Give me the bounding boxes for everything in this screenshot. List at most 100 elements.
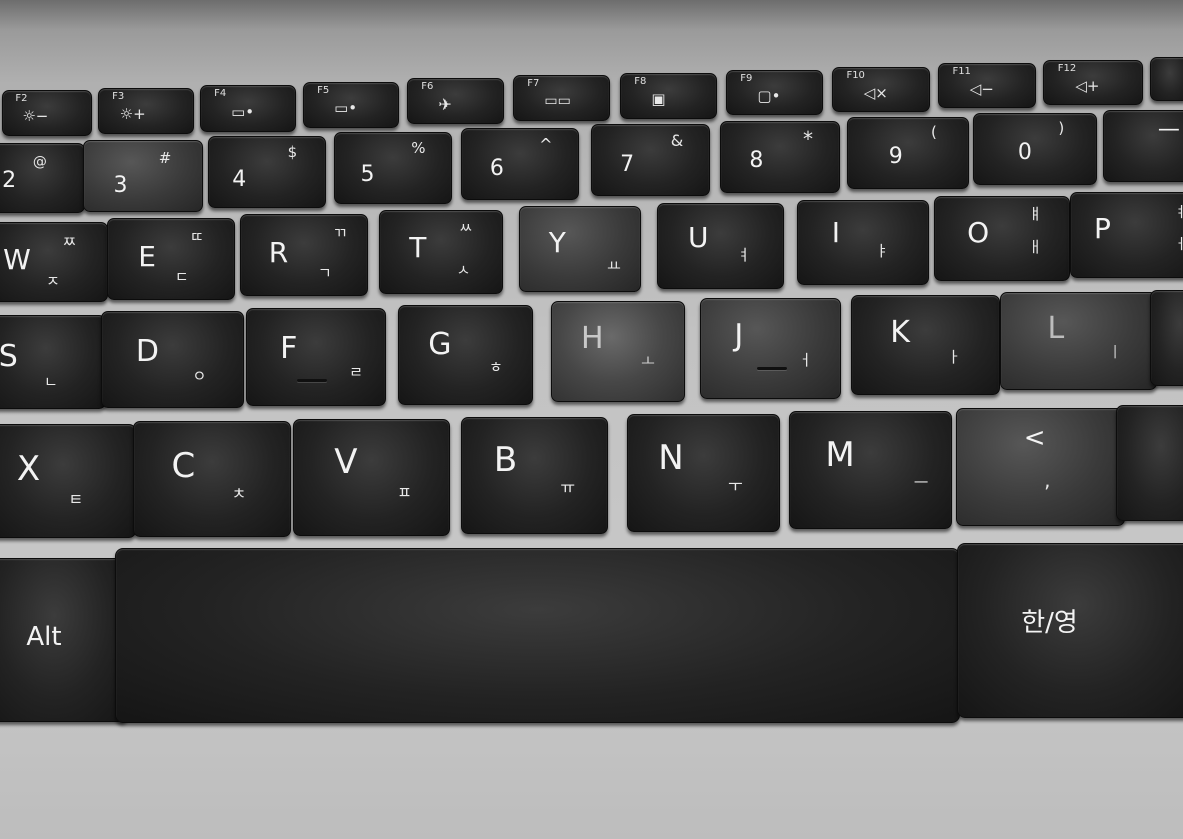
key-main-label: J (734, 317, 744, 353)
key-f4[interactable]: F4 ▭• (200, 85, 296, 132)
key-hangul-label: ㅌ (68, 489, 84, 509)
key-9[interactable]: 9 ( (847, 117, 969, 189)
key-f2[interactable]: F2 ☼− (2, 90, 92, 136)
key-label: F9 (740, 73, 753, 84)
key-e[interactable]: E ㄸ ㄷ (107, 218, 235, 300)
key-main-label: O (967, 215, 990, 249)
key-x[interactable]: X ㅌ (0, 424, 136, 538)
key-6[interactable]: 6 ^ (461, 128, 579, 200)
key-hangul-label: ㅇ (192, 367, 207, 386)
key-main-label: N (658, 437, 684, 478)
key-y[interactable]: Y ㅛ (519, 206, 641, 292)
key-hangul-label: ㅅ (456, 261, 471, 280)
display-switch-icon: ▭• (231, 102, 255, 121)
mute-icon: ◁× (863, 84, 888, 103)
key-hangul-label: ㅏ (946, 347, 961, 366)
key-main-label: U (688, 221, 709, 255)
key-main-label: W (3, 243, 31, 277)
key-main-label: 9 (888, 144, 903, 169)
key-main-label: R (268, 236, 289, 269)
key-hangul-shift: ㅆ (458, 218, 473, 237)
key-alt[interactable]: Alt (0, 558, 128, 722)
key-c[interactable]: C ㅊ (133, 421, 291, 537)
key-main-label: I (831, 216, 841, 250)
volume-up-icon: ◁+ (1075, 77, 1100, 96)
key-hangul-label: ㄷ (174, 267, 189, 286)
key-main-label: — (1157, 117, 1180, 143)
key-g[interactable]: G ㅎ (398, 305, 533, 405)
key-u[interactable]: U ㅕ (657, 203, 784, 289)
key-main-label: L (1047, 311, 1065, 347)
key-main-label: 한/영 (1021, 607, 1078, 638)
key-hangul-label: ㅍ (397, 482, 412, 502)
key-f7[interactable]: F7 ▭▭ (513, 75, 610, 121)
key-s[interactable]: S ㄴ (0, 315, 106, 409)
key-2[interactable]: 2 @ (0, 143, 85, 213)
key-f5[interactable]: F5 ▭• (303, 82, 399, 128)
key-partial-period[interactable] (1116, 405, 1183, 521)
key-v[interactable]: V ㅍ (293, 419, 450, 536)
spacebar[interactable] (115, 548, 960, 723)
key-0[interactable]: 0 ) (973, 113, 1097, 185)
key-f8[interactable]: F8 ▣ (620, 73, 717, 119)
key-f10[interactable]: F10 ◁× (832, 67, 930, 112)
key-hangul-shift: ㄲ (333, 224, 347, 243)
key-f9[interactable]: F9 ▢• (726, 70, 823, 115)
key-f[interactable]: F ㄹ (246, 308, 386, 406)
key-k[interactable]: K ㅏ (851, 295, 1000, 395)
key-t[interactable]: T ㅆ ㅅ (379, 210, 503, 294)
key-shift-label: ( (930, 123, 937, 141)
key-f3[interactable]: F3 ☼+ (98, 88, 194, 134)
volume-down-icon: ◁− (969, 80, 994, 99)
key-8[interactable]: 8 * (720, 121, 840, 193)
key-label: F6 (421, 81, 434, 93)
key-main-label: T (409, 230, 427, 264)
key-hangul-label: ㅈ (46, 271, 60, 290)
key-p[interactable]: P ㅖ ㅔ (1070, 192, 1183, 278)
webcam-icon: ▣ (651, 90, 666, 109)
key-shift-label: $ (287, 143, 298, 162)
key-main-label: X (16, 448, 41, 489)
key-hangul-english[interactable]: 한/영 (957, 543, 1183, 718)
key-main-label: P (1094, 211, 1111, 245)
key-h[interactable]: H ㅗ (551, 301, 685, 402)
key-label: F3 (112, 91, 125, 103)
key-j[interactable]: J ㅓ (700, 298, 841, 399)
key-f12[interactable]: F12 ◁+ (1043, 60, 1143, 105)
key-partial-semicolon[interactable] (1150, 290, 1183, 386)
key-label: F7 (527, 78, 540, 90)
key-w[interactable]: W ㅉ ㅈ (0, 222, 108, 302)
laptop-lid-edge (0, 0, 1183, 30)
key-l[interactable]: L ㅣ (1000, 292, 1157, 390)
key-minus[interactable]: — (1103, 110, 1183, 182)
key-i[interactable]: I ㅑ (797, 200, 929, 285)
key-f6[interactable]: F6 ✈ (407, 78, 504, 124)
key-main-label: E (138, 240, 156, 273)
key-main-label: 5 (360, 161, 375, 187)
key-hangul-shift: ㄸ (189, 228, 204, 247)
key-3[interactable]: 3 # (83, 140, 203, 212)
key-hangul-label: ㅑ (875, 242, 889, 261)
key-shift-label: % (411, 139, 426, 158)
airplane-mode-icon: ✈ (438, 95, 452, 115)
key-main-label: 7 (620, 152, 635, 178)
key-n[interactable]: N ㅜ (627, 414, 780, 532)
key-7[interactable]: 7 & (591, 124, 710, 196)
key-4[interactable]: 4 $ (208, 136, 326, 208)
key-hangul-label: ㄹ (349, 363, 363, 382)
key-label: F4 (214, 88, 227, 100)
key-main-label: Y (548, 225, 566, 259)
key-main-label: 2 (2, 167, 17, 193)
key-main-label: 3 (113, 172, 128, 198)
key-comma[interactable]: < , (956, 408, 1125, 526)
reader-mode-icon: ▢• (757, 87, 781, 106)
key-d[interactable]: D ㅇ (101, 311, 244, 408)
key-partial-fn[interactable] (1150, 57, 1183, 101)
key-b[interactable]: B ㅠ (461, 417, 608, 534)
key-f11[interactable]: F11 ◁− (938, 63, 1036, 108)
key-o[interactable]: O ㅒ ㅐ (934, 196, 1070, 281)
key-r[interactable]: R ㄲ ㄱ (240, 214, 368, 296)
key-m[interactable]: M ㅡ (789, 411, 952, 529)
key-main-label: B (493, 440, 518, 481)
key-5[interactable]: 5 % (334, 132, 452, 204)
